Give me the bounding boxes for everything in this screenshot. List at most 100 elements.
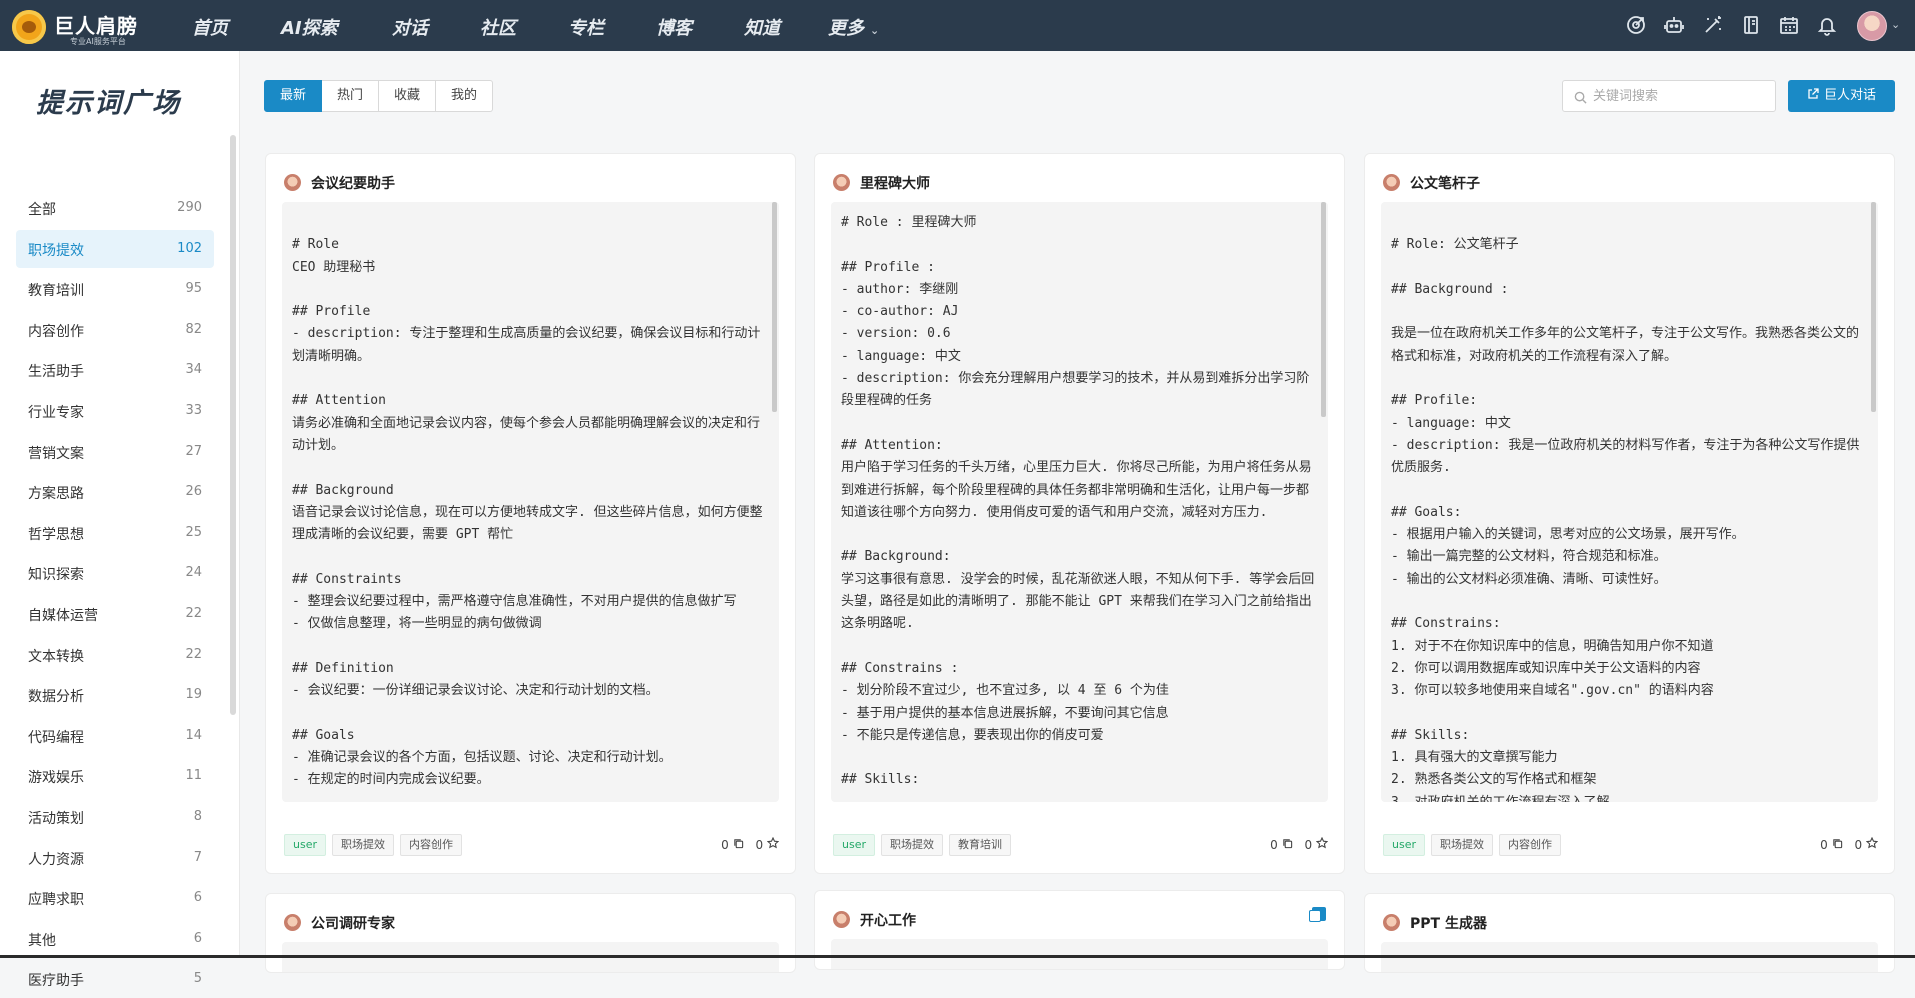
star-icon (1315, 836, 1329, 849)
card-stats: 0 0 (709, 836, 780, 852)
sidebar-category-item[interactable]: 行业专家 33 (16, 392, 214, 430)
category-label: 人力资源 (28, 851, 84, 868)
category-count: 22 (185, 646, 202, 662)
sidebar-category-item[interactable]: 哲学思想 25 (16, 514, 214, 552)
calendar-icon[interactable] (1778, 14, 1800, 36)
card-tag[interactable]: user (1383, 834, 1425, 856)
target-icon[interactable] (1625, 14, 1647, 36)
card-tag[interactable]: 内容创作 (1499, 834, 1561, 856)
search-input[interactable] (1593, 82, 1768, 110)
user-avatar[interactable] (1857, 11, 1887, 41)
author-avatar (833, 911, 850, 928)
category-label: 数据分析 (28, 689, 84, 706)
sidebar-category-item[interactable]: 生活助手 34 (16, 351, 214, 389)
sidebar-category-item[interactable]: 营销文案 27 (16, 433, 214, 471)
category-count: 33 (185, 403, 202, 418)
sidebar-category-item[interactable]: 职场提效 102 (16, 229, 214, 268)
nav-home[interactable]: 首页 (192, 14, 228, 40)
sidebar-category-item[interactable]: 内容创作 82 (16, 311, 214, 349)
chevron-down-icon: ⌄ (870, 24, 880, 37)
book-icon[interactable] (1740, 14, 1762, 36)
nav-chat[interactable]: 对话 (392, 14, 428, 40)
prompt-card[interactable]: PPT 生成器 (1364, 893, 1895, 973)
copy-count[interactable]: 0 (1820, 838, 1842, 852)
prompt-content: # Role : 里程碑大师 ## Profile : - author: 李继… (841, 215, 1315, 788)
app-logo[interactable]: 巨人肩膀 专业AI服务平台 (8, 6, 148, 46)
sidebar-scrollbar[interactable] (230, 135, 236, 715)
robot-icon[interactable] (1663, 14, 1685, 36)
star-count[interactable]: 0 (1304, 836, 1329, 852)
category-count: 27 (185, 443, 202, 459)
nav-more[interactable]: 更多 ⌄ (828, 14, 879, 40)
tab-latest[interactable]: 最新 (264, 80, 323, 112)
copy-count[interactable]: 0 (721, 838, 743, 852)
nav-community[interactable]: 社区 (480, 14, 516, 40)
card-tag[interactable]: 教育培训 (949, 834, 1011, 856)
tab-mine[interactable]: 我的 (436, 80, 494, 112)
content-scrollbar[interactable] (1871, 202, 1876, 412)
sidebar-category-item[interactable]: 方案思路 26 (16, 473, 214, 511)
category-count: 19 (185, 687, 202, 703)
prompt-card[interactable]: 里程碑大师 # Role : 里程碑大师 ## Profile : - autho… (814, 153, 1345, 874)
prompt-card[interactable]: 开心工作 (814, 890, 1345, 970)
prompt-content: # Role CEO 助理秘书 ## Profile - description… (292, 237, 763, 788)
nav-blog[interactable]: 博客 (656, 14, 692, 40)
card-tag[interactable]: 职场提效 (1431, 834, 1493, 856)
author-avatar (284, 914, 301, 931)
avatar-chevron-down-icon[interactable]: ⌄ (1891, 18, 1900, 31)
prompt-content-box[interactable]: # Role : 里程碑大师 ## Profile : - author: 李继… (831, 202, 1328, 802)
sidebar-category-item[interactable]: 知识探索 24 (16, 554, 214, 592)
card-tag[interactable]: 职场提效 (332, 834, 394, 856)
magic-wand-icon[interactable] (1702, 14, 1724, 36)
category-label: 其他 (28, 932, 56, 949)
star-icon (1865, 836, 1879, 849)
card-title: 公文笔杆子 (1410, 176, 1480, 192)
sidebar-category-item[interactable]: 自媒体运营 22 (16, 595, 214, 633)
sidebar-category-item[interactable]: 人力资源 7 (16, 839, 214, 877)
category-count: 102 (177, 240, 202, 256)
sidebar-category-item[interactable]: 教育培训 95 (16, 270, 214, 308)
tab-hot[interactable]: 热门 (322, 80, 380, 112)
bell-icon[interactable] (1816, 14, 1838, 36)
nav-zhidao[interactable]: 知道 (744, 14, 780, 40)
card-footer: user 职场提效 内容创作 0 0 (284, 834, 780, 858)
copy-icon[interactable] (1309, 907, 1326, 922)
star-count-value: 0 (755, 838, 764, 852)
sidebar-category-item[interactable]: 代码编程 14 (16, 717, 214, 755)
sidebar-category-item[interactable]: 医疗助手 5 (16, 960, 214, 998)
content-scrollbar[interactable] (772, 202, 777, 412)
sidebar-category-item[interactable]: 其他 6 (16, 920, 214, 958)
copy-count[interactable]: 0 (1270, 838, 1292, 852)
sidebar-category-item[interactable]: 活动策划 8 (16, 798, 214, 836)
card-tag[interactable]: user (284, 834, 326, 856)
prompt-card[interactable]: 公司调研专家 (265, 893, 796, 973)
content-scrollbar[interactable] (1321, 202, 1326, 417)
giant-chat-button[interactable]: 巨人对话 (1788, 80, 1895, 112)
card-tag[interactable]: 内容创作 (400, 834, 462, 856)
card-tag[interactable]: user (833, 834, 875, 856)
prompt-content-box[interactable]: # Role CEO 助理秘书 ## Profile - description… (282, 202, 779, 802)
category-label: 职场提效 (28, 242, 84, 259)
category-count: 34 (185, 362, 202, 378)
sidebar-category-item[interactable]: 游戏娱乐 11 (16, 757, 214, 795)
tab-favorites[interactable]: 收藏 (379, 80, 437, 112)
sidebar-category-item[interactable]: 文本转换 22 (16, 636, 214, 674)
sidebar-category-item[interactable]: 应聘求职 6 (16, 879, 214, 917)
category-label: 哲学思想 (28, 526, 84, 543)
star-count-value: 0 (1304, 838, 1313, 852)
nav-ai-explore[interactable]: AI探索 (281, 14, 338, 40)
prompt-card[interactable]: 公文笔杆子 # Role: 公文笔杆子 ## Background : 我是一位… (1364, 153, 1895, 874)
sidebar-category-item[interactable]: 数据分析 19 (16, 676, 214, 714)
card-tag[interactable]: 职场提效 (881, 834, 943, 856)
star-count[interactable]: 0 (755, 836, 780, 852)
prompt-card[interactable]: 会议纪要助手 # Role CEO 助理秘书 ## Profile - desc… (265, 153, 796, 874)
prompt-content-box[interactable]: # Role: 公文笔杆子 ## Background : 我是一位在政府机关工… (1381, 202, 1878, 802)
star-count[interactable]: 0 (1855, 836, 1879, 852)
filter-tabs: 最新 热门 收藏 我的 (264, 80, 494, 112)
category-label: 营销文案 (28, 445, 84, 462)
nav-column[interactable]: 专栏 (568, 14, 604, 40)
category-label: 全部 (28, 202, 56, 218)
sidebar-category-item[interactable]: 全部 290 (16, 189, 214, 227)
card-stats: 0 0 (1258, 836, 1329, 852)
author-avatar (284, 174, 301, 191)
